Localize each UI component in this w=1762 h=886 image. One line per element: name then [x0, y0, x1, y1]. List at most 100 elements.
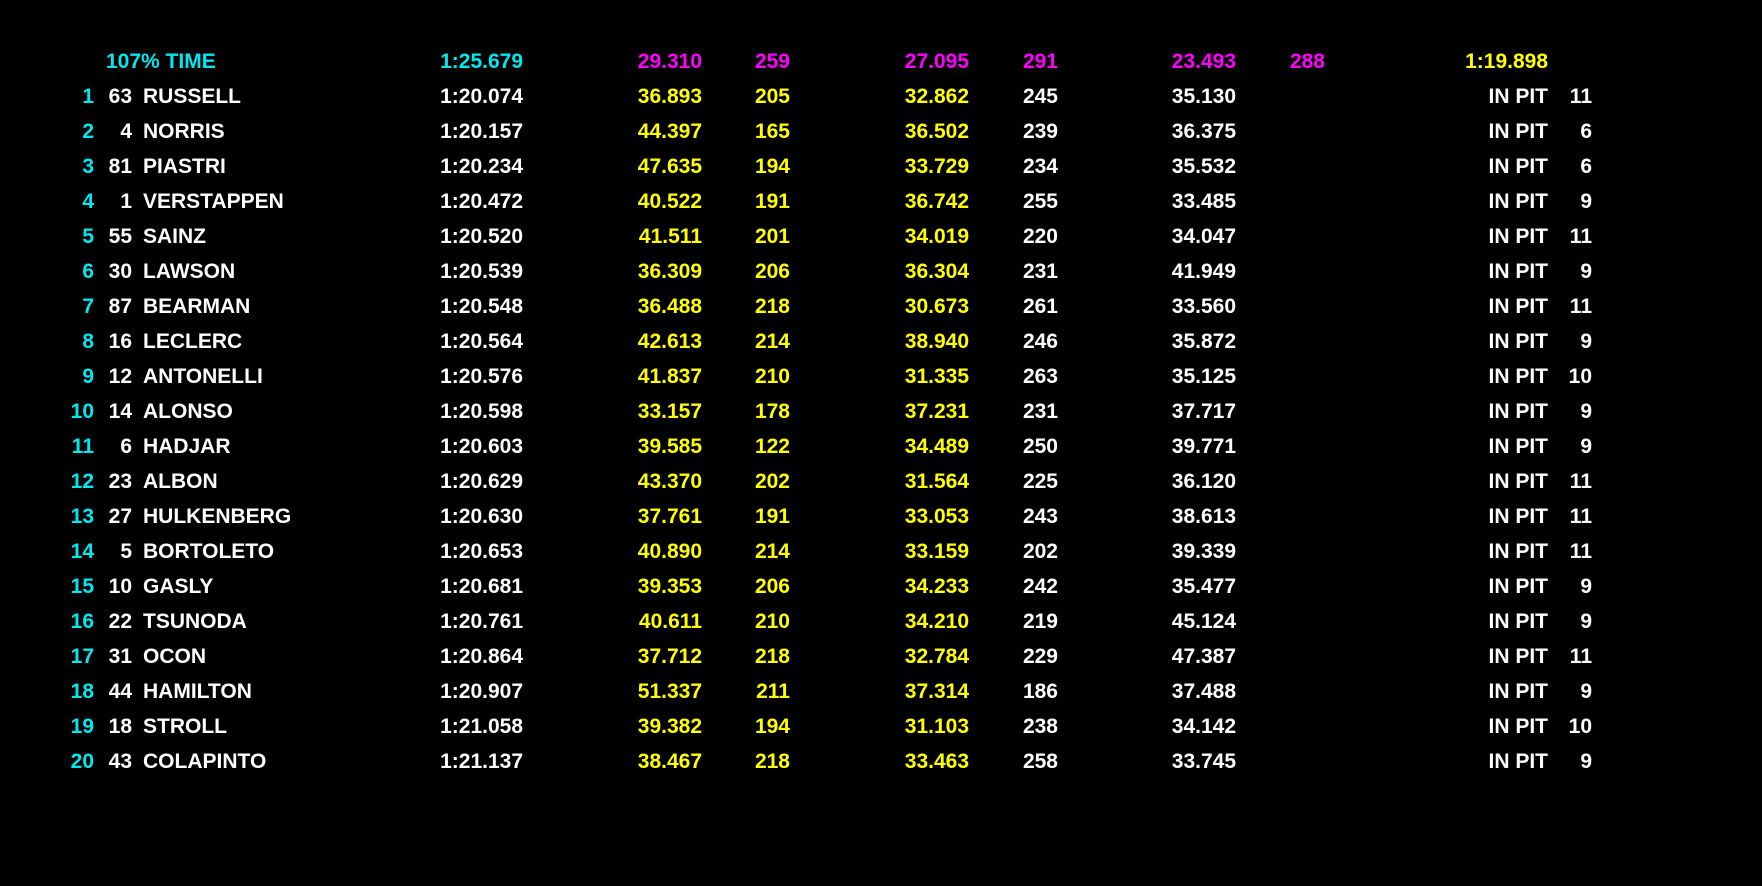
sector3-time: 33.745 [1171, 750, 1236, 773]
sector3-time: 36.120 [1171, 470, 1236, 493]
pit-status: IN PIT [1488, 260, 1548, 283]
speed-trap-2: 231 [1022, 260, 1058, 283]
sector3-time: 41.949 [1171, 260, 1236, 283]
sector1-time: 40.611 [638, 610, 702, 633]
position: 17 [70, 645, 94, 668]
speed-trap-1: 210 [754, 610, 790, 633]
lap-count: 11 [1569, 295, 1592, 318]
driver-row: 2 4 NORRIS 1:20.157 44.397 165 36.502 23… [0, 115, 1762, 149]
sector1-time: 38.467 [637, 750, 702, 773]
reference-speed1: 259 [754, 50, 790, 73]
pit-status: IN PIT [1488, 435, 1548, 458]
pit-status: IN PIT [1488, 575, 1548, 598]
sector3-time: 33.560 [1171, 295, 1236, 318]
driver-row: 12 23 ALBON 1:20.629 43.370 202 31.564 2… [0, 465, 1762, 499]
speed-trap-2: 263 [1022, 365, 1058, 388]
driver-name: TSUNODA [143, 610, 247, 633]
lap-count: 9 [1580, 400, 1592, 423]
driver-name: ALBON [143, 470, 218, 493]
speed-trap-1: 210 [754, 365, 790, 388]
driver-row: 10 14 ALONSO 1:20.598 33.157 178 37.231 … [0, 395, 1762, 429]
lap-count: 6 [1580, 120, 1592, 143]
speed-trap-1: 202 [754, 470, 790, 493]
position: 14 [70, 540, 94, 563]
speed-trap-2: 219 [1022, 610, 1058, 633]
driver-name: HULKENBERG [143, 505, 292, 528]
car-number: 4 [120, 120, 132, 143]
sector1-time: 41.511 [638, 225, 702, 248]
best-time: 1:20.653 [440, 540, 523, 563]
driver-name: HADJAR [143, 435, 231, 458]
speed-trap-2: 225 [1022, 470, 1058, 493]
sector1-time: 47.635 [637, 155, 702, 178]
car-number: 87 [108, 295, 132, 318]
position: 19 [70, 715, 94, 738]
driver-name: BORTOLETO [143, 540, 275, 563]
lap-count: 11 [1569, 85, 1592, 108]
sector1-time: 36.309 [637, 260, 702, 283]
best-time: 1:20.074 [440, 85, 523, 108]
sector1-time: 36.488 [637, 295, 702, 318]
best-time: 1:20.472 [440, 190, 523, 213]
speed-trap-2: 220 [1022, 225, 1058, 248]
position: 8 [82, 330, 94, 353]
lap-count: 11 [1569, 225, 1592, 248]
position: 13 [70, 505, 94, 528]
sector2-time: 34.019 [904, 225, 969, 248]
position: 4 [82, 190, 94, 213]
driver-row: 14 5 BORTOLETO 1:20.653 40.890 214 33.15… [0, 535, 1762, 569]
speed-trap-1: 201 [754, 225, 790, 248]
car-number: 12 [108, 365, 132, 388]
timing-board: 107% TIME 1:25.679 29.310 259 27.095 291… [0, 0, 1762, 886]
sector3-time: 35.872 [1171, 330, 1236, 353]
speed-trap-1: 165 [754, 120, 790, 143]
sector2-time: 33.053 [904, 505, 969, 528]
driver-row: 3 81 PIASTRI 1:20.234 47.635 194 33.729 … [0, 150, 1762, 184]
position: 11 [71, 435, 94, 458]
speed-trap-1: 211 [756, 680, 790, 703]
position: 9 [82, 365, 94, 388]
speed-trap-1: 214 [754, 540, 790, 563]
driver-row: 4 1 VERSTAPPEN 1:20.472 40.522 191 36.74… [0, 185, 1762, 219]
speed-trap-1: 178 [754, 400, 790, 423]
speed-trap-1: 194 [754, 715, 790, 738]
driver-row: 13 27 HULKENBERG 1:20.630 37.761 191 33.… [0, 500, 1762, 534]
car-number: 44 [108, 680, 132, 703]
best-time: 1:20.548 [440, 295, 523, 318]
speed-trap-2: 255 [1022, 190, 1058, 213]
sector3-time: 34.142 [1171, 715, 1236, 738]
sector2-time: 32.784 [904, 645, 969, 668]
car-number: 10 [108, 575, 132, 598]
best-time: 1:20.630 [440, 505, 523, 528]
best-time: 1:20.598 [440, 400, 523, 423]
driver-row: 17 31 OCON 1:20.864 37.712 218 32.784 22… [0, 640, 1762, 674]
car-number: 14 [108, 400, 132, 423]
speed-trap-2: 250 [1022, 435, 1058, 458]
position: 1 [82, 85, 94, 108]
best-time: 1:20.564 [440, 330, 523, 353]
reference-best-time: 1:25.679 [440, 50, 523, 73]
lap-count: 9 [1580, 330, 1592, 353]
lap-count: 11 [1569, 470, 1592, 493]
driver-name: LAWSON [143, 260, 236, 283]
pit-status: IN PIT [1488, 365, 1548, 388]
reference-sector1: 29.310 [637, 50, 702, 73]
best-time: 1:20.234 [440, 155, 523, 178]
speed-trap-1: 205 [754, 85, 790, 108]
reference-ideal-time: 1:19.898 [1465, 50, 1548, 73]
pit-status: IN PIT [1488, 225, 1548, 248]
lap-count: 9 [1580, 680, 1592, 703]
pit-status: IN PIT [1488, 400, 1548, 423]
speed-trap-2: 261 [1022, 295, 1058, 318]
driver-name: VERSTAPPEN [143, 190, 284, 213]
driver-name: HAMILTON [143, 680, 252, 703]
driver-row: 19 18 STROLL 1:21.058 39.382 194 31.103 … [0, 710, 1762, 744]
sector1-time: 40.522 [637, 190, 702, 213]
best-time: 1:20.603 [440, 435, 523, 458]
sector1-time: 36.893 [637, 85, 702, 108]
car-number: 23 [108, 470, 132, 493]
best-time: 1:20.157 [440, 120, 523, 143]
speed-trap-2: 202 [1022, 540, 1058, 563]
position: 20 [70, 750, 94, 773]
car-number: 30 [108, 260, 132, 283]
